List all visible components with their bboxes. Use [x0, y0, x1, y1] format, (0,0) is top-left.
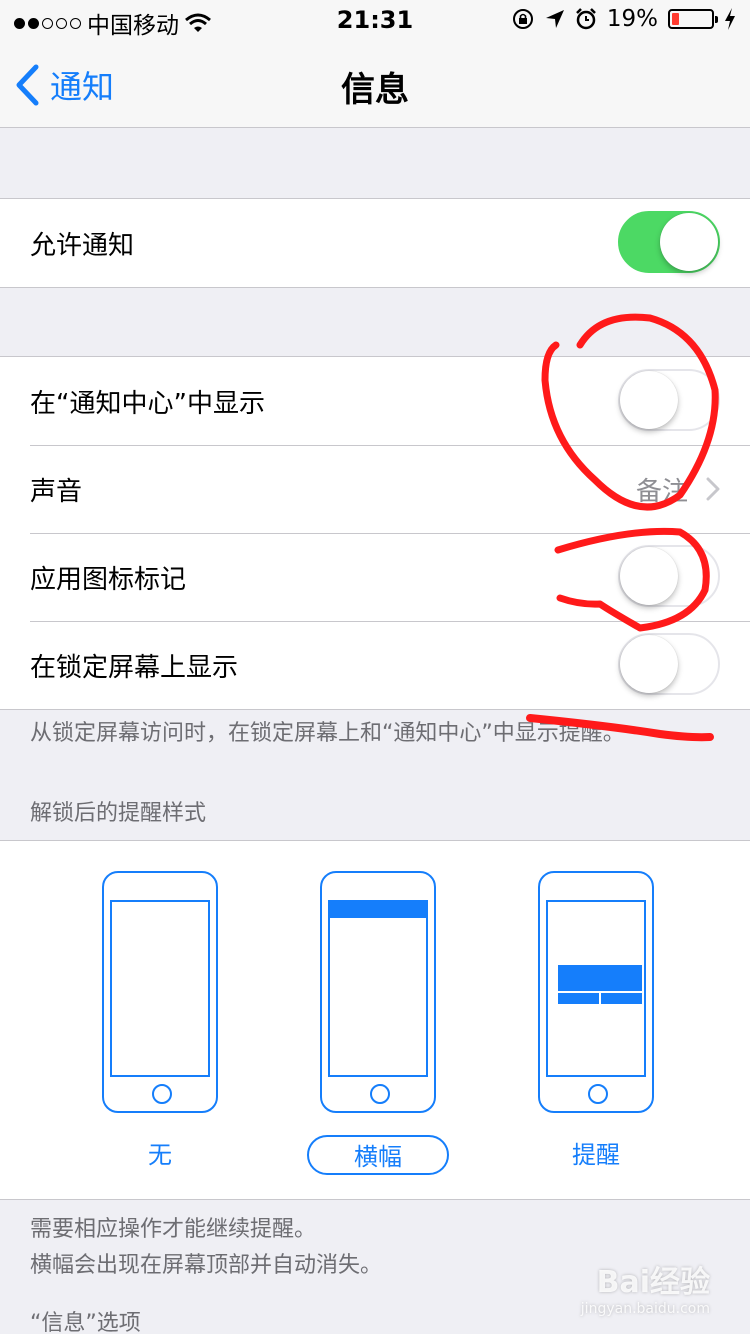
sound-detail: 备注 — [636, 445, 720, 533]
lock-screen-row: 在锁定屏幕上显示 — [0, 621, 750, 709]
lock-screen-toggle[interactable] — [618, 633, 720, 695]
lock-screen-footer: 从锁定屏幕访问时，在锁定屏幕上和“通知中心”中显示提醒。 — [30, 721, 625, 746]
alarm-icon — [575, 8, 596, 30]
alert-style-none-label[interactable]: 无 — [100, 1135, 220, 1175]
watermark-url: jingyan.baidu.com — [580, 1301, 710, 1317]
alert-footer-line2: 横幅会出现在屏幕顶部并自动消失。 — [30, 1253, 383, 1278]
rotation-lock-icon — [512, 9, 533, 29]
notification-center-toggle[interactable] — [618, 369, 720, 431]
alert-footer-line1: 需要相应操作才能继续提醒。 — [30, 1217, 317, 1242]
status-right: 19% — [511, 6, 736, 32]
sound-value: 备注 — [635, 476, 688, 507]
allow-notifications-toggle[interactable] — [618, 211, 720, 273]
sound-label: 声音 — [30, 476, 83, 507]
notification-settings-group: 在“通知中心”中显示 声音 备注 应用图标标记 在锁定屏幕上显示 — [0, 356, 750, 710]
alert-style-header: 解锁后的提醒样式 — [30, 801, 207, 826]
badge-row: 应用图标标记 — [0, 533, 750, 621]
status-bar: 中国移动 21:31 19% — [0, 0, 750, 40]
charging-bolt-icon — [725, 8, 735, 30]
alert-style-alert[interactable] — [538, 871, 654, 1113]
badge-label: 应用图标标记 — [30, 564, 187, 595]
battery-percent: 19% — [606, 6, 658, 32]
navigation-bar: 通知 信息 — [0, 40, 750, 128]
watermark-brand: Bai经验 — [596, 1265, 710, 1300]
location-icon — [545, 10, 564, 28]
badge-toggle[interactable] — [618, 545, 720, 607]
baidu-jingyan-watermark: Bai经验 jingyan.baidu.com — [580, 1268, 710, 1322]
alert-style-footer: 需要相应操作才能继续提醒。 横幅会出现在屏幕顶部并自动消失。 — [30, 1212, 382, 1284]
allow-notifications-row: 允许通知 — [0, 199, 750, 287]
lock-screen-label: 在锁定屏幕上显示 — [30, 652, 239, 683]
phone-none-icon — [102, 871, 218, 1113]
notification-center-row: 在“通知中心”中显示 — [0, 357, 750, 445]
message-options-header: “信息”选项 — [30, 1311, 141, 1334]
alert-style-alert-label[interactable]: 提醒 — [536, 1135, 656, 1175]
battery-icon — [668, 9, 718, 29]
phone-banner-icon — [320, 871, 436, 1113]
allow-notifications-label: 允许通知 — [30, 230, 135, 261]
chevron-right-icon — [706, 477, 720, 501]
phone-alert-icon — [538, 871, 654, 1113]
alert-style-banner[interactable] — [320, 871, 436, 1113]
notification-center-label: 在“通知中心”中显示 — [30, 388, 265, 419]
alert-style-panel: 无 横幅 提醒 — [0, 840, 750, 1200]
sound-row[interactable]: 声音 备注 — [0, 445, 750, 533]
alert-style-banner-label[interactable]: 横幅 — [307, 1135, 449, 1175]
alert-style-none[interactable] — [102, 871, 218, 1113]
page-title: 信息 — [341, 70, 409, 110]
allow-group: 允许通知 — [0, 198, 750, 288]
